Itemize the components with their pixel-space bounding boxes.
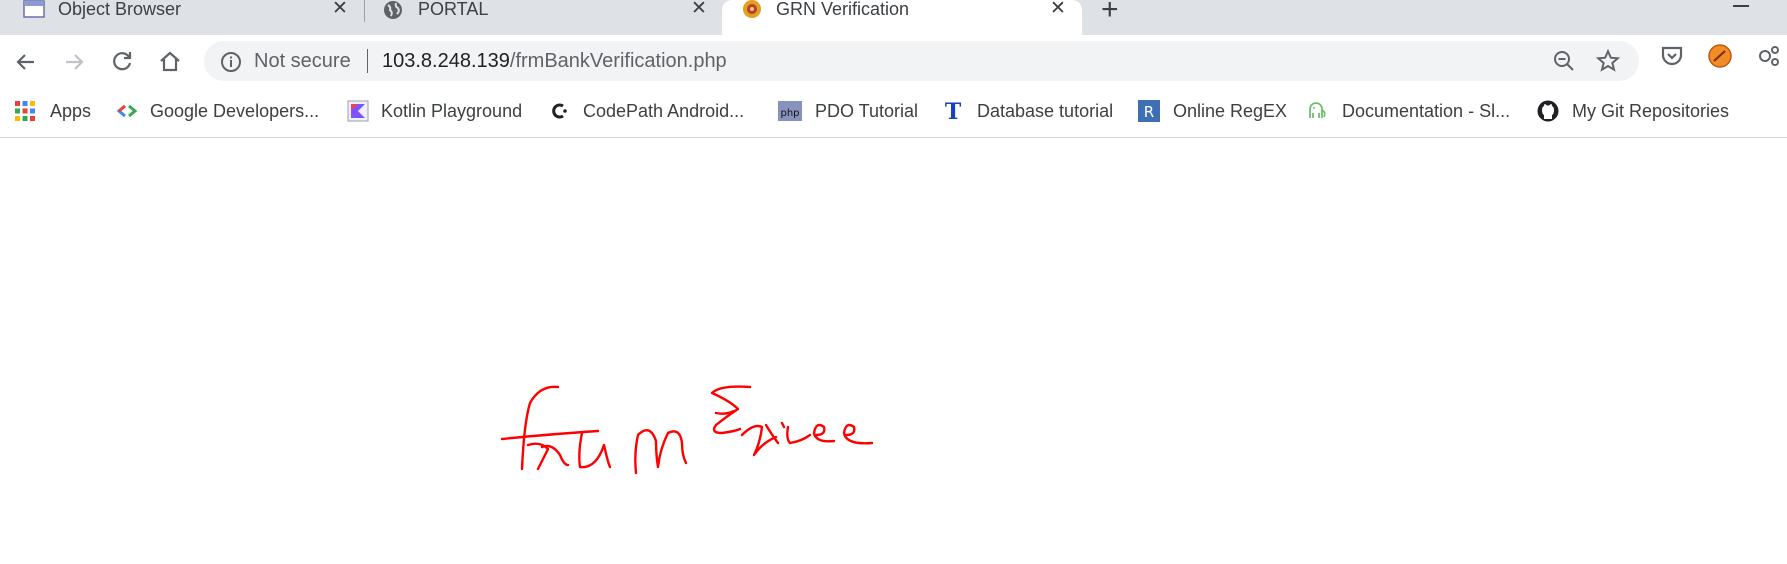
google-developers-icon [116,100,138,122]
tab-title: GRN Verification [776,0,910,19]
back-arrow-icon[interactable] [11,47,41,77]
page-content [0,138,1787,564]
bookmark-label: Database tutorial [977,101,1114,121]
url-path: /frmBankVerification.php [509,50,727,72]
close-icon[interactable]: ✕ [689,0,709,20]
url-host: 103.8.248.139 [382,50,510,72]
browser-toolbar: Not secure 103.8.248.139/frmBankVerifica… [0,35,1787,90]
svg-text:R: R [1144,103,1154,121]
bookmarks-bar: Apps Google Developers... Kotlin Playgro… [0,90,1787,138]
extension-orange-icon[interactable] [1707,43,1733,74]
tab-portal[interactable]: PORTAL ✕ [360,0,722,35]
info-icon[interactable] [220,51,242,78]
codepath-icon [548,100,570,122]
bookmark-label: Online RegEX [1173,101,1288,121]
close-icon[interactable]: ✕ [330,0,350,20]
r-letter-icon: R [1138,100,1160,122]
php-icon: php [778,100,802,122]
emblem-icon [741,0,763,20]
github-icon [1537,100,1559,122]
kotlin-icon [347,100,369,122]
forward-arrow-icon[interactable] [59,47,89,77]
pocket-icon[interactable] [1659,43,1685,74]
bookmark-label: Apps [50,101,92,121]
close-icon[interactable]: ✕ [1048,0,1068,20]
tab-title: PORTAL [418,0,489,19]
omnibox-divider [367,49,368,73]
bookmark-label: Kotlin Playground [381,101,523,121]
svg-text:php: php [780,108,799,119]
extension-puzzle-icon[interactable] [1755,43,1783,74]
zoom-out-icon[interactable] [1552,49,1576,78]
minimize-icon[interactable] [1733,5,1749,7]
elephant-icon [1305,100,1327,122]
bookmark-label: CodePath Android... [583,101,745,121]
handwritten-annotation [500,385,874,475]
svg-text:T: T [945,100,962,122]
bookmark-label: Google Developers... [150,101,320,121]
tab-object-browser[interactable]: Object Browser ✕ [0,0,360,35]
bookmark-star-icon[interactable] [1595,48,1621,79]
annotation-strokes [500,385,874,475]
tab-grn-verification[interactable]: GRN Verification ✕ [722,0,1082,35]
globe-icon [382,0,404,20]
bookmark-label: PDO Tutorial [815,101,919,121]
bookmark-label: Documentation - Sl... [1342,101,1511,121]
t-letter-icon: T [943,99,965,125]
omnibox[interactable]: Not secure 103.8.248.139/frmBankVerifica… [204,41,1639,81]
apps-grid-icon [14,100,36,122]
security-label: Not secure [254,50,351,72]
url-text[interactable]: 103.8.248.139/frmBankVerification.php [382,50,727,72]
bookmark-label: My Git Repositories [1572,101,1730,121]
new-tab-icon[interactable]: + [1101,0,1119,25]
home-icon[interactable] [155,47,185,77]
tab-strip: Object Browser ✕ PORTAL ✕ GRN Verificati… [0,0,1787,35]
reload-icon[interactable] [107,47,137,77]
window-icon [23,0,45,20]
tab-title: Object Browser [58,0,182,19]
